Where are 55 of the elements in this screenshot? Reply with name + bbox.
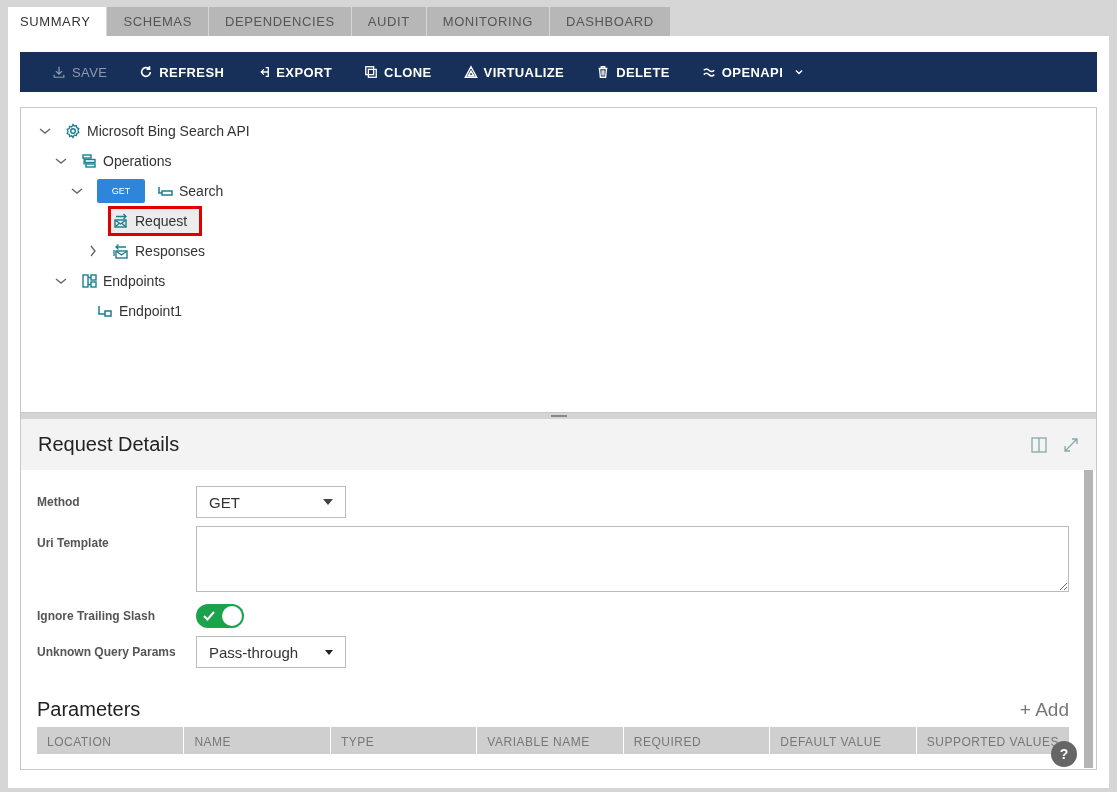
method-badge: GET [97,179,145,203]
tab[interactable]: SCHEMAS [107,7,208,36]
method-dropdown[interactable]: GET [196,486,346,518]
delete-button[interactable]: DELETE [584,52,690,92]
caret-icon [325,649,333,655]
column-header: NAME [183,727,330,754]
scrollbar[interactable] [1084,470,1093,768]
column-header: DEFAULT VALUE [769,727,916,754]
field-label: Ignore Trailing Slash [37,609,157,623]
tab[interactable]: MONITORING [426,7,549,36]
copy-icon [364,65,379,79]
tree-item[interactable]: Request [108,206,203,236]
stacked-list-icon [81,153,97,169]
splitter-handle[interactable] [550,415,567,417]
export-button[interactable]: EXPORT [244,52,353,92]
expand-icon[interactable] [1062,435,1080,454]
virtualize-button[interactable]: VIRTUALIZE [451,52,585,92]
field-label: Uri Template [37,535,110,550]
envelope-arrow-icon [113,243,129,259]
envelope-arrow-icon [113,213,129,229]
tree-item[interactable]: Responses [108,236,221,266]
tree-item[interactable]: Endpoint1 [92,296,198,326]
refresh-icon [139,65,154,79]
tree-item[interactable]: Search [152,176,239,206]
check-icon [203,610,215,622]
refresh-button[interactable]: REFRESH [127,52,245,92]
tab[interactable]: AUDIT [351,7,426,36]
tab[interactable]: DASHBOARD [549,7,670,36]
clone-button[interactable]: CLONE [352,52,452,92]
column-header: VARIABLE NAME [476,727,623,754]
field-label: Method [37,495,81,509]
openapi-menu-button[interactable]: OPENAPI [689,52,826,92]
column-header: REQUIRED [622,727,770,754]
tab[interactable]: DEPENDENCIES [208,7,351,36]
tab[interactable]: SUMMARY [8,7,107,36]
panel-title: Request Details [38,433,181,456]
uri-template-field[interactable] [196,526,1069,592]
caret-icon [323,499,333,505]
wave-icon [701,65,716,79]
tree-item[interactable]: Microsoft Bing Search API [60,116,265,146]
gear-icon [65,123,81,139]
triangle-icon [463,65,478,79]
connector-icon [97,303,113,319]
hierarchy-icon [81,273,97,289]
add-link[interactable]: + Add [1019,698,1069,721]
select-field[interactable]: Pass-through [196,636,346,668]
column-header: LOCATION [46,734,113,751]
column-header: TYPE [329,727,477,754]
toggle-switch[interactable] [196,604,244,628]
split-view-icon[interactable] [1030,435,1048,454]
tree-item[interactable]: Endpoints [76,266,181,296]
section-title: Parameters [37,698,141,721]
download-icon [52,65,66,79]
tree-item[interactable]: Operations [76,146,187,176]
field-label: Unknown Query Params [37,645,177,659]
